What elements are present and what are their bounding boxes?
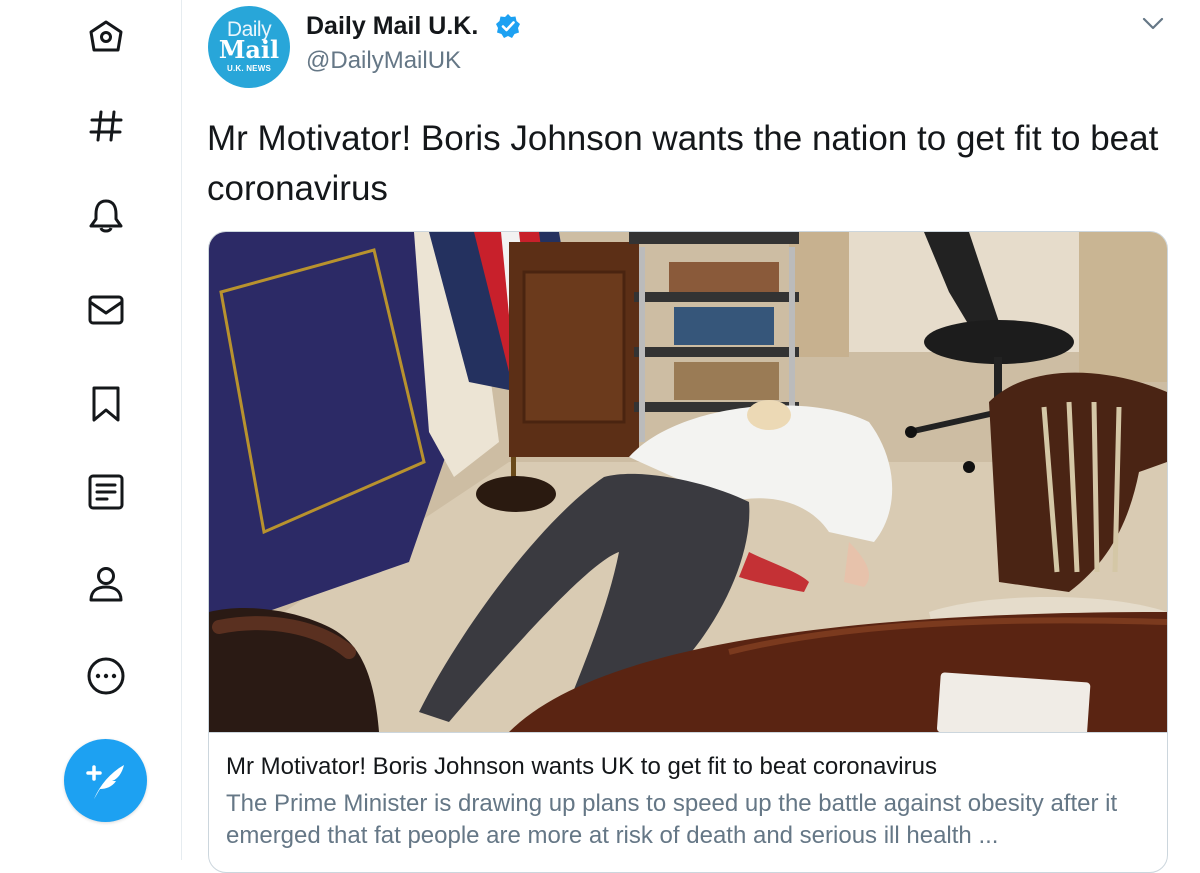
verified-badge-icon [496,14,520,38]
avatar[interactable]: Daily Mail U.K. NEWS [208,6,290,88]
explore-hashtag-icon[interactable] [86,106,126,146]
compose-tweet-icon [86,765,124,799]
bookmarks-icon[interactable] [86,384,126,424]
author-name[interactable]: Daily Mail U.K. [306,12,478,41]
home-icon[interactable] [86,16,126,56]
profile-icon[interactable] [86,564,126,604]
chevron-down-icon[interactable] [1141,12,1165,36]
compose-tweet-button[interactable] [64,739,147,822]
sidebar-nav [0,0,181,860]
avatar-logo-line2: Mail [218,35,280,64]
lists-icon[interactable] [86,472,126,512]
card-description: The Prime Minister is drawing up plans t… [226,790,1118,849]
notifications-bell-icon[interactable] [86,195,126,235]
card-title: Mr Motivator! Boris Johnson wants UK to … [226,753,937,780]
avatar-logo-line3: U.K. NEWS [226,64,272,73]
tweet: Daily Mail U.K. NEWS Daily Mail U.K. @Da… [182,0,1200,873]
link-card[interactable]: Mr Motivator! Boris Johnson wants UK to … [208,231,1168,873]
more-icon[interactable] [86,656,126,696]
author-handle[interactable]: @DailyMailUK [306,47,461,75]
card-divider [209,732,1167,733]
tweet-text: Mr Motivator! Boris Johnson wants the na… [207,119,1159,208]
messages-envelope-icon[interactable] [86,290,126,330]
article-photo [209,232,1167,732]
